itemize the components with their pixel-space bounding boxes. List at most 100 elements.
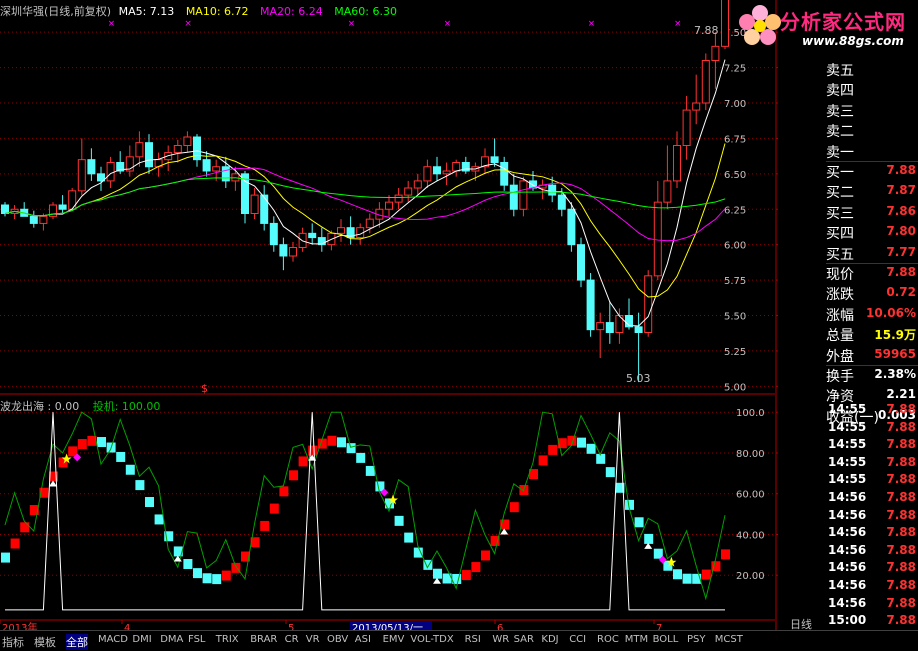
indicator-block (1, 552, 10, 563)
indicator-tab[interactable]: TRIX (216, 634, 239, 645)
candle-body (663, 180, 672, 203)
indicator-tab[interactable]: PSY (687, 634, 706, 645)
indicator-tab[interactable]: KDJ (541, 634, 558, 645)
tick-row: 14:56 7.88 (826, 508, 918, 526)
candle-body (279, 244, 288, 257)
tick-time: 14:55 (828, 472, 867, 487)
indicator-block (221, 570, 231, 581)
indicator-block (193, 568, 202, 579)
indicator-tab[interactable]: SAR (514, 634, 534, 645)
indicator-tab[interactable]: DMI (132, 634, 151, 645)
candle-body (692, 102, 701, 111)
indicator-tick-label: 20.00 (736, 571, 765, 582)
indicator-block (298, 456, 308, 467)
candle-body (394, 194, 403, 203)
quote-row: 现价 7.88 (826, 264, 918, 286)
indicator-tab[interactable]: ASI (355, 634, 371, 645)
indicator-tab[interactable]: 模板 (34, 634, 56, 650)
indicator-block (433, 568, 442, 579)
indicator-tab[interactable]: RSI (465, 634, 481, 645)
price-tick-label: 5.50 (724, 312, 746, 323)
tick-row: 14:55 7.88 (826, 420, 918, 438)
candle-body (87, 159, 96, 175)
candle-body (58, 204, 67, 210)
quote-value: 7.88 (886, 265, 916, 279)
tick-time: 14:56 (828, 525, 867, 540)
chart-svg[interactable]: 7.507.257.006.756.506.256.005.755.505.25… (0, 0, 778, 630)
indicator-tab[interactable]: BOLL (653, 634, 679, 645)
indicator-tab[interactable]: WR (492, 634, 509, 645)
indicator-tab[interactable]: DMA (160, 634, 183, 645)
candle-body (442, 170, 451, 175)
indicator-block (596, 453, 606, 464)
indicator-block (605, 467, 615, 478)
indicator-tab[interactable]: OBV (327, 634, 348, 645)
quote-label: 总量 (826, 328, 854, 345)
tick-time: 14:56 (828, 542, 867, 557)
indicator-header: 波龙出海 : 0.00 投机: 100.00 (0, 398, 160, 414)
candle-body (29, 215, 38, 224)
indicator-tab[interactable]: VR (306, 634, 320, 645)
price-tick-label: 7.00 (724, 99, 746, 110)
indicator-tab[interactable]: MCST (715, 634, 743, 645)
tick-price: 7.88 (886, 490, 916, 504)
indicator-block (346, 443, 356, 454)
indicator-tab[interactable]: EMV (383, 634, 405, 645)
candle-body (433, 166, 441, 175)
stock-title: 深圳华强(日线,前复权) (0, 5, 112, 18)
candle-body (557, 194, 566, 210)
indicator-block (260, 520, 270, 531)
tick-time: 14:56 (828, 490, 867, 504)
candle-body (308, 232, 317, 239)
indicator-tab[interactable]: CCI (569, 634, 586, 645)
tick-price: 7.88 (886, 454, 916, 469)
indicator-tab[interactable]: MTM (625, 634, 648, 645)
indicator-tab[interactable]: 指标 (2, 634, 24, 650)
candle-body (653, 201, 662, 277)
candle-body (548, 184, 557, 196)
x-axis-label: 7 (656, 623, 662, 630)
tick-row: 14:56 7.88 (826, 543, 918, 561)
indicator-tab[interactable]: CR (285, 634, 299, 645)
top-marker: × (348, 19, 356, 29)
indicator-block (404, 532, 414, 543)
candle-body (509, 184, 518, 210)
quote-row: 涨幅 10.06% (826, 305, 918, 327)
candle-body (423, 166, 432, 182)
indicator-sub: 投机: 100.00 (92, 400, 161, 413)
ma60-label: MA60: 6.30 (334, 5, 397, 18)
tick-time: 14:56 (828, 507, 867, 522)
candle-body (404, 187, 413, 196)
tick-price: 7.88 (886, 402, 916, 416)
tick-row: 14:56 7.88 (826, 490, 918, 508)
indicator-tab[interactable]: FSL (188, 634, 206, 645)
quote-label: 卖四 (826, 83, 854, 100)
indicator-tab[interactable]: VOL-TDX (410, 634, 453, 645)
candle-body (260, 194, 269, 224)
indicator-block (682, 573, 692, 584)
low-price-label: 5.03 (626, 372, 651, 385)
quote-row: 卖二 (826, 121, 918, 143)
indicator-block (509, 502, 519, 513)
tick-row: 14:56 7.88 (826, 560, 918, 578)
indicator-tab[interactable]: ROC (597, 634, 619, 645)
tick-price: 7.88 (886, 578, 916, 592)
quote-panel: 卖五 卖四 卖三 卖二 卖一 买一 7.88 买二 7.87 买三 7.86 买四 7.80 买五 7.77… (780, 0, 918, 631)
indicator-block (125, 464, 135, 475)
candle-body (39, 215, 48, 224)
candle-body (77, 159, 86, 192)
tick-time: 14:56 (828, 595, 867, 610)
quote-value: 7.80 (886, 224, 916, 239)
indicator-block (269, 503, 279, 514)
indicator-block (20, 522, 30, 533)
chart-area[interactable]: 7.50 7.25 7.00 6.75 6.50 6.25 6.00 5.75 5.50 5.25… (0, 0, 778, 630)
indicator-tab[interactable]: MACD (98, 634, 128, 645)
indicator-tab[interactable]: 全部 (66, 634, 88, 650)
indicator-tab[interactable]: BRAR (250, 634, 277, 645)
tick-price: 7.88 (886, 613, 916, 628)
price-tick-label: 6.00 (724, 241, 746, 252)
indicator-name: 波龙出海 : 0.00 (0, 400, 80, 413)
indicator-tick-label: 60.00 (736, 490, 765, 501)
chart-header: 深圳华强(日线,前复权) MA5: 7.13 MA10: 6.72 MA20: … (0, 3, 397, 19)
quote-value: 2.21 (886, 387, 916, 402)
